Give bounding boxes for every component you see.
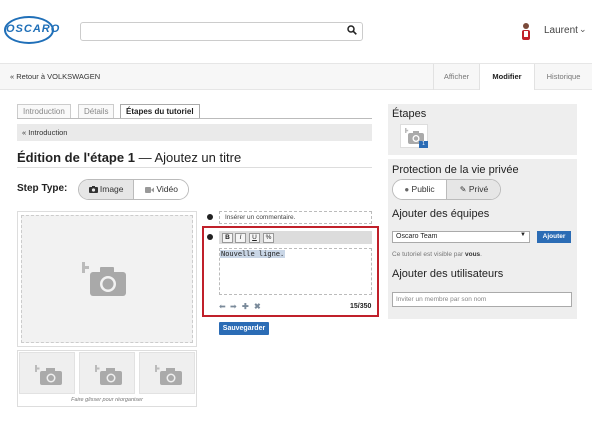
chevron-down-icon[interactable]: ⌄	[579, 24, 587, 35]
image-slot-1[interactable]	[19, 352, 75, 394]
tab-etapes[interactable]: Étapes du tutoriel	[120, 104, 200, 119]
avatar[interactable]	[520, 22, 532, 42]
step-type-video-button[interactable]: Vidéo	[134, 180, 188, 199]
visibility-note: Ce tutoriel est visible par vous.	[392, 251, 482, 258]
add-image-camera-icon	[155, 365, 182, 385]
users-title: Ajouter des utilisateurs	[392, 268, 504, 280]
camera-icon	[88, 184, 98, 194]
search-bar[interactable]	[80, 22, 363, 42]
drag-hint: Faire glisser pour réorganiser	[71, 397, 143, 403]
user-name[interactable]: Laurent	[544, 25, 578, 36]
tab-divider	[17, 118, 372, 119]
privacy-public-label: Public	[411, 184, 435, 194]
main-image-dropzone[interactable]	[21, 215, 193, 343]
oscaro-logo[interactable]: OSCARO	[4, 16, 59, 44]
back-link[interactable]: « Retour à VOLKSWAGEN	[10, 72, 100, 81]
tab-introduction[interactable]: Introduction	[17, 104, 71, 119]
teams-title: Ajouter des équipes	[392, 208, 490, 220]
edit-icon: ✎	[459, 185, 467, 194]
add-image-camera-icon	[35, 365, 62, 385]
introduction-link[interactable]: « Introduction	[17, 124, 372, 141]
image-slot-3[interactable]	[139, 352, 195, 394]
step-type-toggle[interactable]: Image Vidéo	[78, 179, 189, 200]
search-input[interactable]	[81, 24, 331, 42]
step-type-label: Step Type:	[17, 183, 68, 194]
tab-afficher[interactable]: Afficher	[433, 64, 479, 90]
tab-modifier[interactable]: Modifier	[479, 64, 534, 90]
step-title-label: Édition de l'étape 1	[17, 150, 135, 165]
step-type-image-button[interactable]: Image	[79, 180, 134, 199]
visibility-prefix: Ce tutoriel est visible par	[392, 251, 465, 258]
add-image-camera-icon	[95, 365, 122, 385]
privacy-private-label: Privé	[468, 184, 489, 194]
invite-user-input[interactable]	[392, 292, 572, 307]
step-type-video-label: Vidéo	[156, 184, 178, 194]
privacy-title: Protection de la vie privée	[392, 164, 519, 176]
steps-title: Étapes	[392, 108, 427, 120]
privacy-private-button[interactable]: ✎ Privé	[447, 180, 500, 199]
bullet-handle[interactable]	[207, 214, 213, 220]
privacy-toggle[interactable]: ● Public ✎ Privé	[392, 179, 501, 200]
add-team-button[interactable]: Ajouter	[537, 231, 571, 243]
visibility-owner: vous	[464, 251, 481, 258]
highlight-frame	[202, 226, 379, 317]
divider	[17, 167, 372, 168]
save-button[interactable]: Sauvegarder	[219, 322, 269, 335]
search-icon[interactable]	[347, 25, 357, 38]
visibility-suffix: .	[480, 251, 482, 258]
add-image-camera-icon	[82, 262, 126, 296]
tab-details[interactable]: Détails	[78, 104, 115, 119]
step-type-image-label: Image	[99, 184, 124, 194]
team-select[interactable]: Oscaro Team	[392, 231, 530, 243]
privacy-public-button[interactable]: ● Public	[393, 180, 447, 199]
globe-icon: ●	[404, 185, 410, 194]
video-camera-icon	[145, 184, 155, 194]
step-number-badge: 1	[419, 141, 428, 148]
step-title[interactable]: Édition de l'étape 1 — Ajoutez un titre	[17, 150, 241, 165]
image-slot-2[interactable]	[79, 352, 135, 394]
caret-down-icon[interactable]: ▼	[520, 232, 526, 238]
tab-historique[interactable]: Historique	[534, 64, 592, 90]
comment-line[interactable]: Insérer un commentaire.	[219, 211, 372, 224]
step-title-placeholder[interactable]: — Ajoutez un titre	[135, 150, 242, 165]
